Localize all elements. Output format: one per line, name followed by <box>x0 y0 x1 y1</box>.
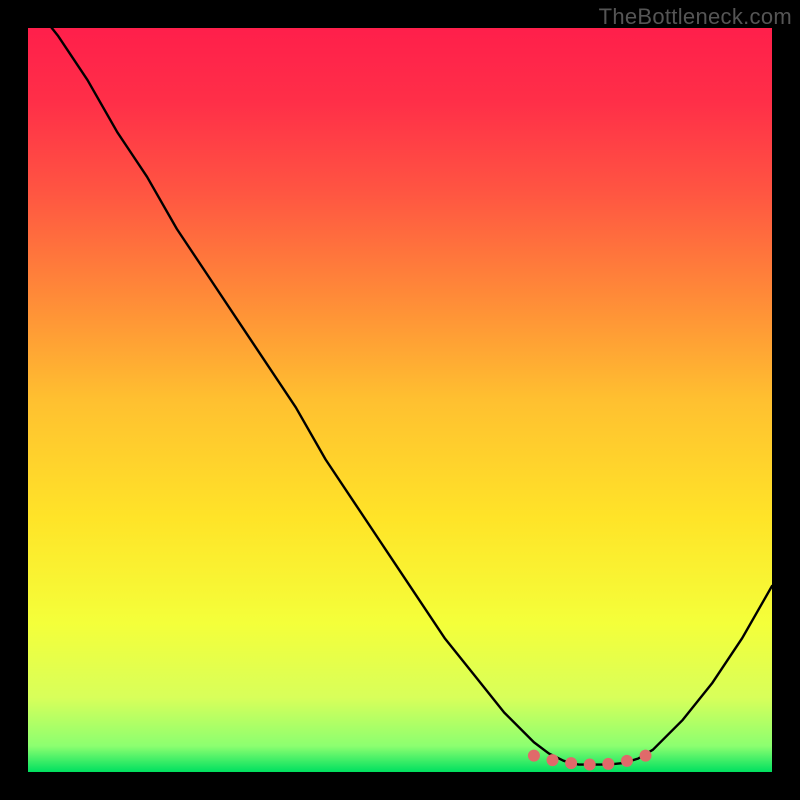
chart-frame: TheBottleneck.com <box>0 0 800 800</box>
plot-area <box>28 28 772 772</box>
watermark-text: TheBottleneck.com <box>599 4 792 30</box>
optimal-marker <box>640 750 652 762</box>
optimal-marker <box>547 754 559 766</box>
optimal-marker <box>584 759 596 771</box>
optimal-marker <box>565 757 577 769</box>
bottleneck-chart <box>28 28 772 772</box>
gradient-background <box>28 28 772 772</box>
optimal-marker <box>602 758 614 770</box>
optimal-marker <box>528 750 540 762</box>
optimal-marker <box>621 755 633 767</box>
